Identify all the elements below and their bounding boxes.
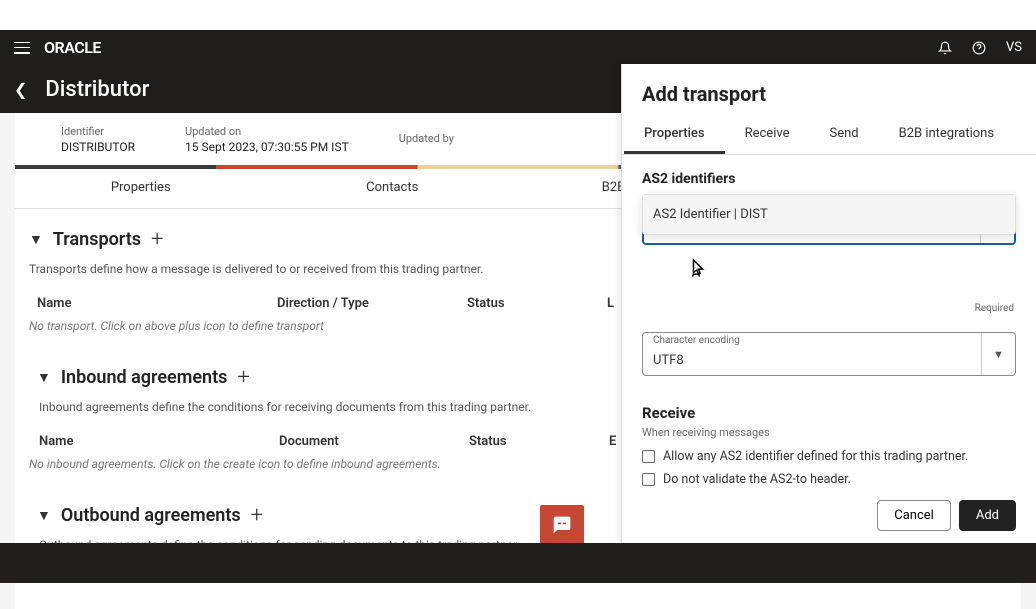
col-direction: Direction / Type <box>277 296 467 311</box>
add-outbound-icon[interactable]: + <box>251 503 263 528</box>
chat-button[interactable] <box>540 505 584 545</box>
chevron-down-icon[interactable]: ▼ <box>37 369 51 386</box>
receive-section-sub: When receiving messages <box>642 426 1016 439</box>
dropdown-option[interactable]: AS2 Identifier | DIST <box>643 195 1015 234</box>
page-title: Distributor <box>45 77 149 102</box>
menu-icon[interactable] <box>14 42 30 54</box>
cancel-button[interactable]: Cancel <box>877 500 951 531</box>
updated-on-value: 15 Sept 2023, 07:30:55 PM IST <box>185 140 349 154</box>
no-validate-label: Do not validate the AS2-to header. <box>663 472 851 487</box>
encoding-label: Character encoding <box>653 335 740 346</box>
outbound-title: Outbound agreements <box>61 505 241 526</box>
panel-tabs: Properties Receive Send B2B integrations <box>622 116 1036 155</box>
col-name: Name <box>37 296 277 311</box>
receive-section-title: Receive <box>642 404 1016 422</box>
add-button[interactable]: Add <box>959 500 1016 531</box>
add-transport-icon[interactable]: + <box>151 227 163 252</box>
oracle-logo: ORACLE <box>44 38 101 57</box>
chat-icon <box>551 515 573 535</box>
updated-on-label: Updated on <box>185 125 349 138</box>
allow-any-checkbox[interactable] <box>642 450 655 463</box>
chevron-down-icon[interactable]: ▼ <box>37 507 51 524</box>
allow-any-label: Allow any AS2 identifier defined for thi… <box>663 449 968 464</box>
transports-title: Transports <box>53 229 141 250</box>
identifier-value: DISTRIBUTOR <box>61 140 135 154</box>
panel-tab-send[interactable]: Send <box>809 116 878 154</box>
panel-tab-properties[interactable]: Properties <box>624 116 725 154</box>
add-transport-panel: Add transport Properties Receive Send B2… <box>621 64 1036 543</box>
back-icon[interactable]: ❮ <box>14 80 27 99</box>
character-encoding-select[interactable]: Character encoding UTF8 ▼ <box>642 332 1016 376</box>
partner-identifier-dropdown: AS2 Identifier | DIST <box>642 194 1016 235</box>
no-validate-checkbox[interactable] <box>642 473 655 486</box>
col-status: Status <box>469 434 609 449</box>
add-inbound-icon[interactable]: + <box>237 365 249 390</box>
tab-properties[interactable]: Properties <box>15 169 267 208</box>
notification-icon[interactable] <box>938 41 952 55</box>
user-avatar[interactable]: VS <box>1006 40 1022 55</box>
chevron-down-icon[interactable]: ▼ <box>981 333 1015 375</box>
inbound-title: Inbound agreements <box>61 367 228 388</box>
panel-title: Add transport <box>642 82 1016 106</box>
app-header: ORACLE VS <box>0 30 1036 65</box>
identifier-label: Identifier <box>61 125 135 138</box>
required-label: Required <box>642 303 1016 314</box>
chevron-down-icon[interactable]: ▼ <box>29 231 43 248</box>
updated-by-label: Updated by <box>399 132 454 145</box>
bottom-strip <box>0 543 1036 583</box>
as2-identifiers-label: AS2 identifiers <box>642 171 1016 187</box>
panel-tab-receive[interactable]: Receive <box>725 116 810 154</box>
col-document: Document <box>279 434 469 449</box>
help-icon[interactable] <box>972 41 986 55</box>
tab-contacts[interactable]: Contacts <box>267 169 519 208</box>
col-status: Status <box>467 296 607 311</box>
col-name: Name <box>39 434 279 449</box>
panel-tab-b2b-integrations[interactable]: B2B integrations <box>879 116 1014 154</box>
